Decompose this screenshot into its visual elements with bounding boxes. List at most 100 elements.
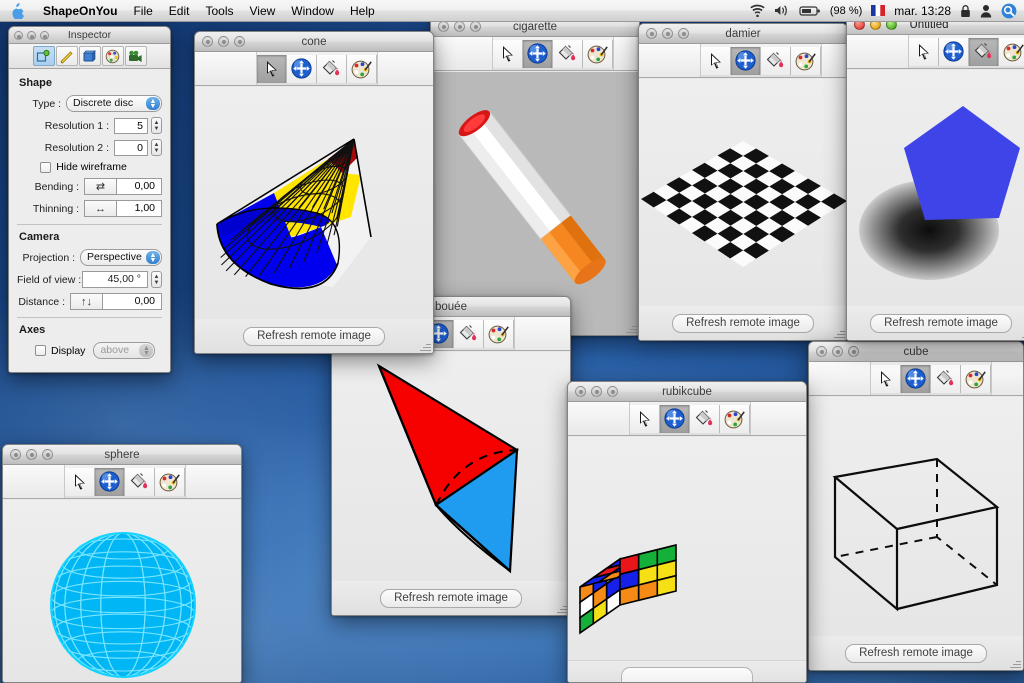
minimize-icon[interactable] [832, 346, 843, 357]
window-damier[interactable]: damier Refresh remote image [638, 23, 848, 341]
refresh-remote-image-button[interactable]: Refresh remote image [870, 313, 1012, 333]
minimize-icon[interactable] [662, 28, 673, 39]
zoom-icon[interactable] [848, 346, 859, 357]
projection-select[interactable]: Perspective ▲ ▼ [80, 249, 162, 266]
zoom-icon[interactable] [42, 449, 53, 460]
move-rotate-tool[interactable] [901, 364, 931, 393]
select-arrow-tool[interactable] [65, 467, 95, 496]
menu-item-edit[interactable]: Edit [161, 2, 198, 20]
palette-brush-tool[interactable] [484, 319, 514, 348]
minimize-icon[interactable] [454, 21, 465, 32]
menu-item-help[interactable]: Help [342, 2, 383, 20]
titlebar[interactable]: cube [809, 342, 1023, 362]
move-rotate-tool[interactable] [660, 404, 690, 433]
resolution-1-stepper[interactable]: ▲ ▼ [151, 117, 162, 134]
zoom-icon[interactable] [40, 30, 49, 40]
resize-handle[interactable] [625, 321, 638, 334]
minimize-icon[interactable] [218, 36, 229, 47]
spotlight-search-icon[interactable] [1001, 3, 1017, 19]
close-icon[interactable] [438, 21, 449, 32]
fov-stepper[interactable]: ▲ ▼ [151, 271, 162, 288]
render-canvas-damier[interactable] [639, 79, 847, 306]
distance-value[interactable]: 0,00 [102, 293, 162, 310]
window-rubikcube[interactable]: rubikcube [567, 381, 807, 683]
palette-brush-tool[interactable] [155, 467, 185, 496]
paint-bucket-tool[interactable] [931, 364, 961, 393]
palette-brush-tool[interactable] [583, 39, 613, 68]
hide-wireframe-row[interactable]: Hide wireframe [17, 161, 162, 173]
window-controls[interactable] [809, 346, 859, 357]
fast-user-switch-icon[interactable] [980, 4, 992, 18]
render-canvas-bouee[interactable] [332, 352, 570, 581]
minimize-icon[interactable] [27, 30, 36, 40]
resolution-1-input[interactable]: 5 [114, 117, 148, 134]
refresh-remote-image-button[interactable] [621, 667, 753, 682]
menu-app-name[interactable]: ShapeOnYou [35, 2, 125, 20]
hide-wireframe-checkbox[interactable] [40, 161, 52, 173]
move-rotate-tool[interactable] [939, 37, 969, 66]
titlebar[interactable]: damier [639, 24, 847, 44]
airport-wifi-icon[interactable] [750, 4, 765, 17]
window-sphere[interactable]: sphere [2, 444, 242, 683]
window-controls[interactable] [568, 386, 618, 397]
material-tab[interactable] [78, 46, 101, 66]
thinning-field[interactable]: ↔ 1,00 [84, 200, 162, 217]
select-arrow-tool[interactable] [493, 39, 523, 68]
resize-handle[interactable] [419, 339, 432, 352]
inspector-titlebar[interactable]: Inspector [9, 27, 170, 44]
palette-brush-tool[interactable] [720, 404, 750, 433]
battery-icon[interactable] [799, 5, 821, 17]
inspector-panel[interactable]: Inspector Shape Type: Discrete disc ▲ ▼… [8, 26, 171, 373]
fov-input[interactable]: 45,00 ° [82, 271, 148, 288]
window-untitled[interactable]: Untitled Refresh remote image [846, 14, 1024, 341]
render-canvas-sphere[interactable] [3, 500, 241, 682]
tool-bar[interactable] [568, 402, 806, 436]
paint-bucket-tool[interactable] [761, 46, 791, 75]
menu-item-file[interactable]: File [125, 2, 160, 20]
french-flag-icon[interactable] [871, 5, 886, 16]
palette-brush-tool[interactable] [347, 54, 377, 83]
window-controls[interactable] [195, 36, 245, 47]
palette-brush-tool[interactable] [999, 37, 1024, 66]
move-rotate-tool[interactable] [731, 46, 761, 75]
tool-bar[interactable] [809, 362, 1023, 396]
resolution-2-stepper[interactable]: ▲ ▼ [151, 139, 162, 156]
select-arrow-tool[interactable] [909, 37, 939, 66]
move-rotate-tool[interactable] [95, 467, 125, 496]
resolution-2-input[interactable]: 0 [114, 139, 148, 156]
render-canvas-cone[interactable] [195, 87, 433, 319]
zoom-icon[interactable] [607, 386, 618, 397]
window-controls[interactable] [9, 30, 49, 40]
bending-field[interactable]: ⇄ 0,00 [84, 178, 162, 195]
titlebar[interactable]: cone [195, 32, 433, 52]
paint-bucket-tool[interactable] [454, 319, 484, 348]
move-rotate-tool[interactable] [523, 39, 553, 68]
palette-brush-tool[interactable] [791, 46, 821, 75]
tool-bar[interactable] [847, 35, 1024, 69]
window-controls[interactable] [3, 449, 53, 460]
apple-logo-icon[interactable] [10, 2, 24, 19]
speaker-volume-icon[interactable] [774, 4, 790, 17]
shape-type-select[interactable]: Discrete disc ▲ ▼ [66, 95, 162, 112]
axes-display-checkbox[interactable] [35, 345, 46, 356]
select-arrow-tool[interactable] [257, 54, 287, 83]
inspector-tab-bar[interactable] [9, 44, 170, 69]
select-arrow-tool[interactable] [701, 46, 731, 75]
close-icon[interactable] [10, 449, 21, 460]
paint-bucket-tool[interactable] [317, 54, 347, 83]
titlebar[interactable]: rubikcube [568, 382, 806, 402]
menu-item-view[interactable]: View [242, 2, 284, 20]
bending-value[interactable]: 0,00 [116, 178, 162, 195]
move-rotate-tool[interactable] [287, 54, 317, 83]
refresh-remote-image-button[interactable]: Refresh remote image [672, 313, 814, 333]
close-icon[interactable] [202, 36, 213, 47]
resize-handle[interactable] [1009, 656, 1022, 669]
render-tab[interactable] [124, 46, 147, 66]
axes-display-row[interactable]: Display above ▲ ▼ [17, 342, 162, 359]
close-icon[interactable] [575, 386, 586, 397]
refresh-remote-image-button[interactable]: Refresh remote image [243, 326, 385, 346]
shape-tab[interactable] [32, 46, 55, 66]
select-arrow-tool[interactable] [630, 404, 660, 433]
refresh-remote-image-button[interactable]: Refresh remote image [380, 588, 522, 608]
window-controls[interactable] [639, 28, 689, 39]
